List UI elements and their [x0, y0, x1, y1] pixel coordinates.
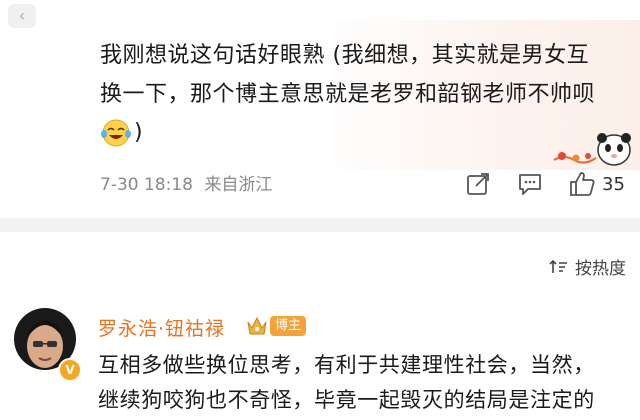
reply-text-line-2: 继续狗咬狗也不奇怪，毕竟一起毁灭的结局是注定的 — [98, 388, 595, 412]
back-button[interactable]: ‹ — [8, 4, 36, 28]
comment-icon[interactable] — [516, 170, 544, 198]
chevron-left-icon: ‹ — [18, 6, 26, 25]
reply-text-line-1: 互相多做些换位思考，有利于共建理性社会，当然， — [98, 353, 595, 377]
crown-icon — [247, 316, 267, 335]
comment-card: ‹ 我刚想说这句话好眼熟 (我细想，其实就是男女互 换一下，那个博主意思就是老罗… — [0, 0, 640, 218]
reply-username[interactable]: 罗永浩·钮祜禄 — [98, 314, 225, 341]
like-count: 35 — [602, 174, 625, 195]
sort-label: 按热度 — [575, 259, 626, 279]
panda-sticker-icon — [553, 133, 631, 166]
sort-icon — [549, 259, 567, 273]
comment-timestamp: 7-30 18:18 — [100, 175, 193, 195]
laugh-cry-emoji-icon — [101, 119, 131, 147]
comment-meta: 7-30 18:18 来自浙江 — [100, 174, 272, 196]
like-icon[interactable] — [568, 170, 596, 198]
comment-text-line-3: ) — [134, 120, 143, 145]
comment-location: 来自浙江 — [204, 175, 273, 195]
section-divider — [0, 218, 640, 232]
comment-text-line-2: 换一下，那个博主意思就是老罗和韶钢老师不帅呗 — [100, 82, 596, 107]
verified-badge: V — [58, 358, 82, 382]
comment-text-line-1: 我刚想说这句话好眼熟 (我细想，其实就是男女互 — [100, 43, 590, 68]
share-icon[interactable] — [464, 170, 492, 198]
blogger-tag: 博主 — [270, 316, 307, 336]
sort-by-hot-button[interactable]: 按热度 — [549, 254, 626, 279]
